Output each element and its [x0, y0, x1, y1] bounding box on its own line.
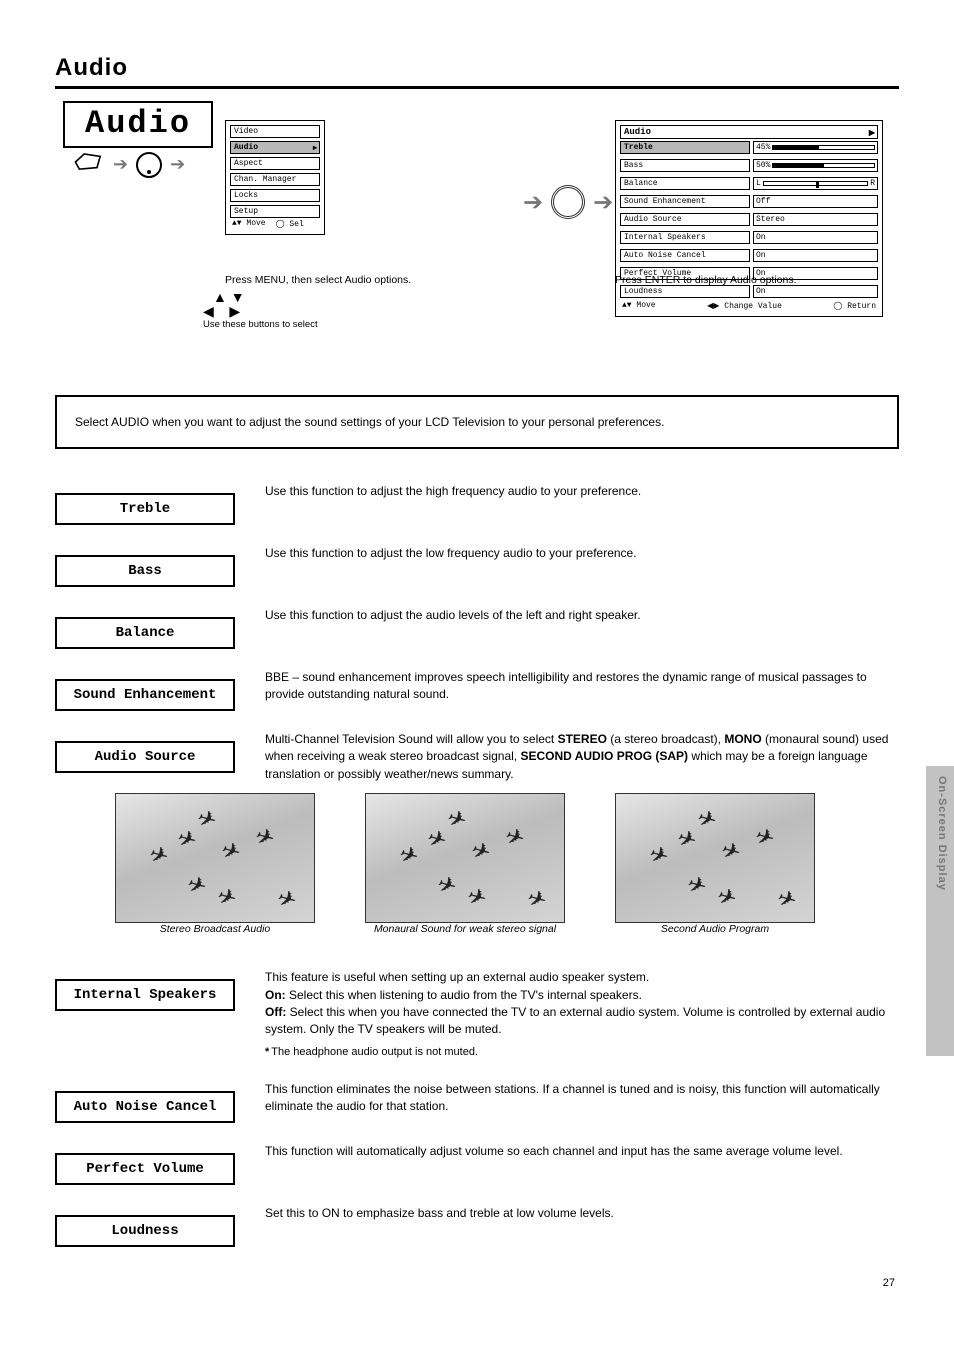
heading-sound-enhancement: Sound Enhancement — [55, 679, 235, 711]
desc-internal-speakers: This feature is useful when setting up a… — [265, 955, 899, 1061]
audio-menu-value: LR — [753, 177, 878, 190]
main-menu-item: Audio — [230, 141, 320, 154]
cursor-arrows-hint: ▲ ▼ ◀ ▶ Use these buttons to select — [203, 290, 318, 330]
step2-text: Press ENTER to display Audio options. — [615, 273, 915, 287]
audio-menu-value: 50% — [753, 159, 878, 172]
arrow-icon: ➔ — [113, 154, 128, 175]
arrow-icon: ➔ — [170, 154, 185, 175]
heading-bass: Bass — [55, 555, 235, 587]
heading-internal-speakers: Internal Speakers — [55, 979, 235, 1011]
audio-foot-change: ◀▶ Change Value — [707, 301, 782, 311]
arrow-icon: ➔ — [593, 188, 613, 217]
audio-menu-label: Auto Noise Cancel — [620, 249, 750, 262]
heading-loudness: Loudness — [55, 1215, 235, 1247]
audio-menu-value: Off — [753, 195, 878, 208]
heading-auto-noise-cancel: Auto Noise Cancel — [55, 1091, 235, 1123]
caption-stereo: Stereo Broadcast Audio — [115, 923, 315, 935]
desc-loudness: Set this to ON to emphasize bass and tre… — [265, 1191, 899, 1222]
desc-sound-enhancement: BBE – sound enhancement improves speech … — [265, 655, 899, 704]
side-tab: On-Screen Display — [926, 766, 954, 1056]
caption-sap: Second Audio Program — [615, 923, 815, 935]
desc-treble: Use this function to adjust the high fre… — [265, 469, 899, 500]
thumbnail-mono: ✈✈✈✈✈✈✈✈ — [365, 793, 565, 923]
main-menu-item: Chan. Manager — [230, 173, 320, 186]
audio-foot-return: ◯ Return — [833, 301, 876, 311]
desc-balance: Use this function to adjust the audio le… — [265, 593, 899, 624]
section-title-box: Audio — [63, 101, 213, 148]
remote-menu-icon — [73, 150, 105, 179]
audio-menu-label: Balance — [620, 177, 750, 190]
thumbnail-sap: ✈✈✈✈✈✈✈✈ — [615, 793, 815, 923]
heading-perfect-volume: Perfect Volume — [55, 1153, 235, 1185]
desc-auto-noise-cancel: This function eliminates the noise betwe… — [265, 1067, 899, 1116]
arrow-icon: ➔ — [523, 188, 543, 217]
caption-mono: Monaural Sound for weak stereo signal — [365, 923, 565, 935]
audio-menu-value: On — [753, 249, 878, 262]
desc-bass: Use this function to adjust the low freq… — [265, 531, 899, 562]
audio-menu-label: Internal Speakers — [620, 231, 750, 244]
heading-treble: Treble — [55, 493, 235, 525]
osd-foot-sel: ◯ Sel — [276, 219, 304, 229]
audio-menu-value: Stereo — [753, 213, 878, 226]
osd-audio-title: Audio▶ — [620, 125, 878, 139]
enter-button-icon — [551, 185, 585, 219]
audio-menu-value: On — [753, 231, 878, 244]
audio-menu-value: 45% — [753, 141, 878, 154]
osd-audio-menu: Audio▶ Treble45%Bass50%BalanceLRSound En… — [615, 120, 883, 317]
main-menu-item: Aspect — [230, 157, 320, 170]
page-title: Audio — [55, 54, 899, 82]
main-menu-item: Video — [230, 125, 320, 138]
step1-text: Press MENU, then select Audio options. — [225, 273, 505, 287]
intro-banner: Select AUDIO when you want to adjust the… — [55, 395, 899, 449]
audio-menu-label: Audio Source — [620, 213, 750, 226]
desc-perfect-volume: This function will automatically adjust … — [265, 1129, 899, 1160]
osd-foot-move: ▲▼ Move — [232, 219, 266, 229]
audio-menu-label: Sound Enhancement — [620, 195, 750, 208]
thumbnail-stereo: ✈✈✈✈✈✈✈✈ — [115, 793, 315, 923]
audio-menu-label: Bass — [620, 159, 750, 172]
main-menu-item: Setup — [230, 205, 320, 218]
audio-menu-label: Treble — [620, 141, 750, 154]
desc-audio-source: Multi-Channel Television Sound will allo… — [265, 717, 899, 783]
main-menu-item: Locks — [230, 189, 320, 202]
audio-foot-move: ▲▼ Move — [622, 301, 656, 311]
page-number: 27 — [55, 1277, 899, 1289]
osd-main-menu: VideoAudioAspectChan. ManagerLocksSetup … — [225, 120, 325, 235]
cursor-button-icon — [136, 152, 162, 178]
heading-audio-source: Audio Source — [55, 741, 235, 773]
heading-balance: Balance — [55, 617, 235, 649]
